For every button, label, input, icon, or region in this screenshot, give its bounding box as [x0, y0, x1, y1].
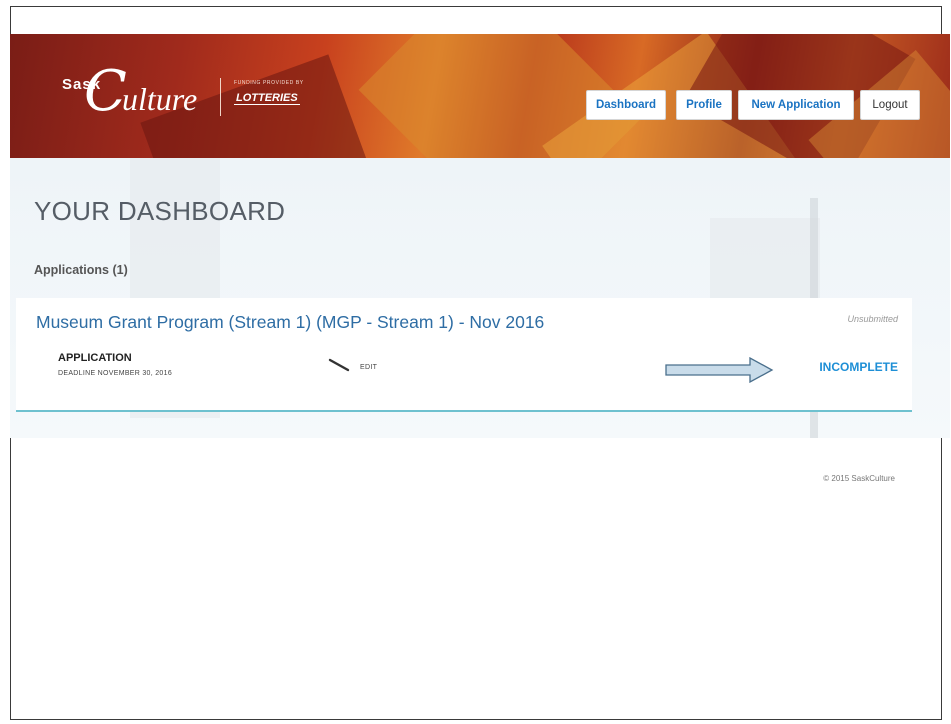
- page-title: YOUR DASHBOARD: [34, 196, 286, 226]
- application-label: APPLICATION: [58, 352, 132, 364]
- edit-link[interactable]: EDIT: [360, 364, 377, 371]
- logout-button[interactable]: Logout: [860, 90, 920, 120]
- site-header: Sask C ulture FUNDING PROVIDED BY LOTTER…: [10, 34, 950, 158]
- logo-divider: [220, 78, 221, 116]
- saskculture-logo[interactable]: Sask C ulture FUNDING PROVIDED BY LOTTER…: [62, 64, 332, 124]
- applications-heading: Applications (1): [34, 263, 128, 277]
- dashboard-button[interactable]: Dashboard: [586, 90, 666, 120]
- progress-status[interactable]: INCOMPLETE: [819, 360, 898, 374]
- application-deadline: DEADLINE NOVEMBER 30, 2016: [58, 370, 173, 377]
- funding-text: FUNDING PROVIDED BY: [234, 80, 304, 86]
- new-application-button[interactable]: New Application: [738, 90, 854, 120]
- pencil-icon[interactable]: [328, 358, 350, 372]
- logo-c-letter: C: [84, 59, 127, 124]
- copyright-footer: © 2015 SaskCulture: [823, 474, 895, 483]
- application-title[interactable]: Museum Grant Program (Stream 1) (MGP - S…: [36, 312, 544, 333]
- submission-status: Unsubmitted: [847, 314, 898, 324]
- application-card: Museum Grant Program (Stream 1) (MGP - S…: [16, 298, 912, 412]
- logo-wordmark: ulture: [122, 81, 198, 117]
- lotteries-logo: LOTTERIES: [234, 92, 300, 105]
- profile-button[interactable]: Profile: [676, 90, 732, 120]
- right-arrow-annotation: [665, 357, 774, 383]
